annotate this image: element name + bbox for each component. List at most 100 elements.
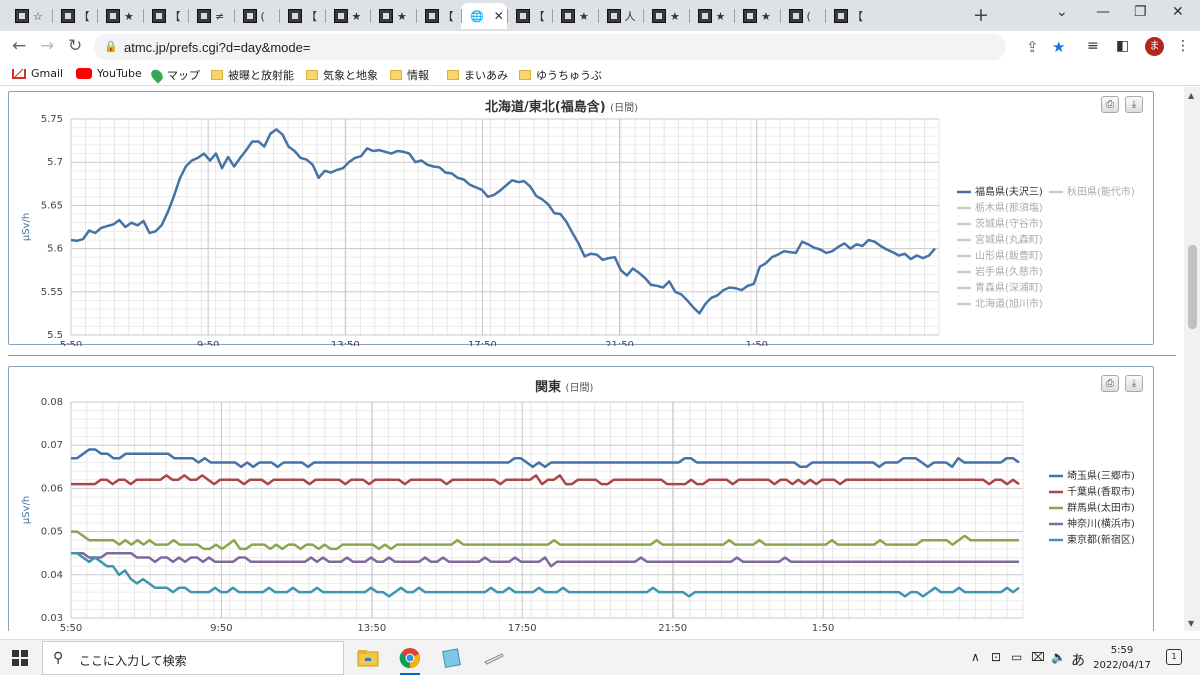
x-tick-label: 5:50 (60, 623, 82, 631)
tab-separator (825, 9, 826, 23)
close-window-button[interactable]: ✕ (1172, 4, 1184, 20)
tab-title: 【 (533, 10, 545, 23)
tab-title: ( (806, 9, 811, 23)
browser-tab[interactable]: 【 (825, 3, 871, 29)
bookmark-star-icon[interactable]: ★ (1052, 38, 1065, 56)
series-line (71, 551, 1019, 568)
browser-tab[interactable]: ★ (370, 3, 416, 29)
windows-start-icon[interactable] (12, 650, 28, 666)
menu-icon[interactable]: ⋮ (1176, 38, 1190, 54)
tab-separator (233, 9, 235, 23)
forward-icon[interactable]: → (40, 36, 54, 56)
reading-list-icon[interactable]: ≡ (1087, 38, 1099, 54)
tab-separator (324, 9, 326, 23)
meet-now-icon[interactable]: ⊡ (991, 650, 1001, 664)
taskbar-search[interactable]: ⚲ ここに入力して検索 (42, 641, 344, 675)
tab-separator (734, 9, 735, 23)
profile-avatar[interactable]: ま (1145, 37, 1164, 56)
address-bar[interactable]: 🔒 atmc.jp/prefs.cgi?d=day&mode= ⇪ ★ (94, 34, 1065, 60)
x-tick-label: 1:50 (812, 623, 834, 631)
vertical-scrollbar[interactable]: ▲ ▼ (1184, 87, 1200, 631)
notification-icon[interactable]: 1 (1166, 649, 1182, 665)
tab-title: 【 (78, 10, 90, 23)
tab-separator (142, 9, 144, 23)
browser-tab[interactable]: 🌐 ✕ (461, 3, 507, 29)
url-text[interactable]: atmc.jp/prefs.cgi?d=day&mode= (124, 40, 310, 55)
browser-tab[interactable]: ★ (689, 3, 735, 29)
legend-item: 茨城県(守谷市) (975, 217, 1043, 230)
tab-title: ( (260, 9, 265, 23)
tab-separator (188, 9, 189, 23)
bookmark-item[interactable]: ゆうちゅうぶ (519, 67, 602, 83)
tab-title: ≠ (215, 9, 225, 23)
notepad-app-icon[interactable] (440, 646, 464, 670)
scroll-thumb[interactable] (1188, 245, 1197, 329)
browser-tab[interactable]: ★ (97, 3, 143, 29)
scroll-up-icon[interactable]: ▲ (1188, 91, 1194, 100)
browser-tab[interactable]: ★ (643, 3, 689, 29)
x-tick-label: 21:50 (658, 623, 687, 631)
tab-separator (643, 9, 644, 23)
battery-icon[interactable]: ▭ (1011, 650, 1022, 664)
legend-item: 栃木県(那須塩) (975, 201, 1043, 214)
bookmark-item[interactable]: 情報 (390, 67, 429, 83)
y-tick-label: 5.75 (41, 114, 63, 125)
x-tick-label: 17:50 (508, 623, 537, 631)
site-favicon-icon (151, 9, 166, 23)
volume-icon[interactable]: 🔈 (1051, 650, 1066, 664)
file-explorer-icon[interactable] (356, 646, 380, 670)
tab-close-icon[interactable]: ✕ (494, 9, 504, 23)
bookmark-item[interactable]: マップ (148, 66, 200, 84)
ime-indicator[interactable]: あ (1071, 650, 1085, 670)
browser-tab[interactable]: ★ (734, 3, 780, 29)
site-favicon-icon (652, 9, 666, 23)
bookmark-item[interactable]: 気象と地象 (306, 67, 378, 83)
reload-icon[interactable]: ↻ (68, 36, 82, 56)
browser-tab[interactable]: ( (780, 3, 826, 29)
series-line (70, 128, 936, 315)
site-favicon-icon (606, 9, 621, 23)
browser-tab[interactable]: 【 (143, 3, 189, 29)
network-icon[interactable]: ⌧ (1031, 650, 1045, 664)
show-hidden-icons[interactable]: ∧ (971, 650, 980, 664)
bookmark-item[interactable]: Gmail (12, 67, 63, 80)
browser-tab[interactable]: ( (234, 3, 280, 29)
tab-separator (97, 9, 98, 23)
scroll-down-icon[interactable]: ▼ (1188, 619, 1194, 628)
browser-tab[interactable]: 【 (416, 3, 462, 29)
back-icon[interactable]: ← (12, 36, 26, 56)
y-axis-label: μSv/h (21, 496, 32, 524)
taskbar-clock[interactable]: 5:59 2022/04/17 (1092, 643, 1152, 673)
tab-search-icon[interactable]: ⌄ (1056, 4, 1068, 20)
bookmark-item[interactable]: まいあみ (447, 67, 508, 83)
folder-icon (447, 70, 459, 80)
minimize-button[interactable]: — (1096, 4, 1110, 20)
x-tick-label: 13:50 (357, 623, 386, 631)
tab-separator (279, 9, 280, 23)
bookmark-label: 気象と地象 (323, 69, 378, 82)
search-icon: ⚲ (53, 650, 64, 666)
search-placeholder: ここに入力して検索 (79, 654, 187, 668)
new-tab-button[interactable]: + (973, 4, 989, 26)
site-favicon-icon (333, 9, 348, 23)
pen-app-icon[interactable] (482, 646, 506, 670)
bookmark-item[interactable]: 被曝と放射能 (211, 67, 294, 83)
x-tick-label: 9:50 (210, 623, 232, 631)
browser-tab[interactable]: ≠ (188, 3, 234, 29)
tab-title: ☆ (33, 9, 43, 23)
browser-tab[interactable]: ★ (325, 3, 371, 29)
browser-tab[interactable]: 【 (507, 3, 553, 29)
browser-tab[interactable]: ★ (552, 3, 598, 29)
bookmark-item[interactable]: YouTube (76, 67, 142, 80)
browser-tab[interactable]: 人 (598, 3, 644, 29)
side-panel-icon[interactable]: ◧ (1116, 38, 1129, 54)
share-icon[interactable]: ⇪ (1026, 38, 1039, 56)
browser-tab[interactable]: 【 (52, 3, 98, 29)
browser-tab[interactable]: ☆ (6, 3, 52, 29)
tab-separator (506, 9, 508, 23)
chrome-icon[interactable] (398, 646, 422, 675)
lock-icon[interactable]: 🔒 (104, 40, 118, 53)
browser-tab[interactable]: 【 (279, 3, 325, 29)
maximize-button[interactable]: ❐ (1134, 4, 1147, 20)
site-favicon-icon (15, 9, 29, 23)
